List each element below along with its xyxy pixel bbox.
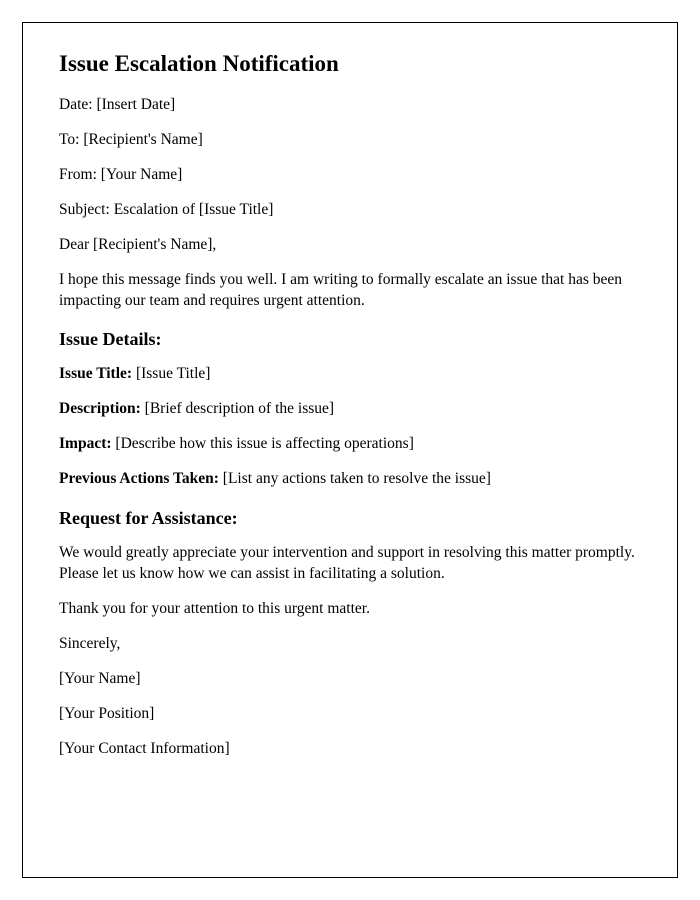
subject-label: Subject: <box>59 201 114 218</box>
from-label: From: <box>59 166 101 183</box>
signoff-contact: [Your Contact Information] <box>59 739 641 760</box>
description-value: [Brief description of the issue] <box>145 400 334 417</box>
signoff-position: [Your Position] <box>59 704 641 725</box>
issue-details-heading: Issue Details: <box>59 329 641 350</box>
to-value: [Recipient's Name] <box>83 131 202 148</box>
impact-value: [Describe how this issue is affecting op… <box>115 435 413 452</box>
actions-value: [List any actions taken to resolve the i… <box>223 470 491 487</box>
request-body: We would greatly appreciate your interve… <box>59 543 641 585</box>
signoff-name: [Your Name] <box>59 669 641 690</box>
date-value: [Insert Date] <box>96 96 175 113</box>
issue-title-label: Issue Title: <box>59 365 136 382</box>
greeting: Dear [Recipient's Name], <box>59 235 641 256</box>
date-line: Date: [Insert Date] <box>59 95 641 116</box>
subject-value: Escalation of [Issue Title] <box>114 201 274 218</box>
issue-title-line: Issue Title: [Issue Title] <box>59 364 641 385</box>
document-container: Issue Escalation Notification Date: [Ins… <box>22 22 678 878</box>
issue-title-value: [Issue Title] <box>136 365 211 382</box>
intro-paragraph: I hope this message finds you well. I am… <box>59 270 641 312</box>
request-heading: Request for Assistance: <box>59 508 641 529</box>
document-title: Issue Escalation Notification <box>59 51 641 77</box>
subject-line: Subject: Escalation of [Issue Title] <box>59 200 641 221</box>
description-label: Description: <box>59 400 145 417</box>
to-label: To: <box>59 131 83 148</box>
actions-line: Previous Actions Taken: [List any action… <box>59 469 641 490</box>
to-line: To: [Recipient's Name] <box>59 130 641 151</box>
from-value: [Your Name] <box>101 166 183 183</box>
signoff-sincerely: Sincerely, <box>59 634 641 655</box>
from-line: From: [Your Name] <box>59 165 641 186</box>
date-label: Date: <box>59 96 96 113</box>
description-line: Description: [Brief description of the i… <box>59 399 641 420</box>
impact-label: Impact: <box>59 435 115 452</box>
impact-line: Impact: [Describe how this issue is affe… <box>59 434 641 455</box>
actions-label: Previous Actions Taken: <box>59 470 223 487</box>
thanks: Thank you for your attention to this urg… <box>59 599 641 620</box>
